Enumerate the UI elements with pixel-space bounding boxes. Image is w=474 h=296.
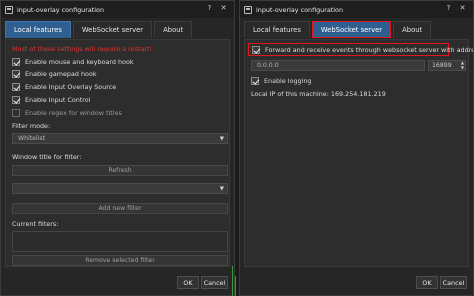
- checkbox-label: Enable gamepad hook: [25, 70, 97, 78]
- titlebar: input-overlay configuration ? ✕: [240, 1, 473, 18]
- tab-content-websocket: Forward and receive events through webso…: [244, 39, 473, 267]
- checkbox-label: Enable mouse and keyboard hook: [25, 58, 134, 66]
- refresh-button[interactable]: Refresh: [12, 165, 228, 176]
- app-icon: [244, 5, 252, 14]
- websocket-address-input[interactable]: 0.0.0.0: [251, 60, 425, 71]
- window-title: input-overlay configuration: [17, 5, 105, 14]
- tab-bar: Local features WebSocket server About: [244, 21, 433, 39]
- checkbox-row-regex[interactable]: Enable regex for window titles: [12, 109, 122, 117]
- checkbox-row-logging[interactable]: Enable logging: [251, 77, 311, 85]
- tab-content-local: Most of these settings will require a re…: [5, 39, 230, 267]
- help-button[interactable]: ?: [444, 4, 453, 13]
- remove-filter-button[interactable]: Remove selected filter: [12, 255, 228, 266]
- tab-local-features[interactable]: Local features: [244, 21, 310, 38]
- local-ip-text: Local IP of this machine: 169.254.181.21…: [251, 90, 386, 98]
- ok-button[interactable]: OK: [177, 276, 199, 289]
- restart-warning: Most of these settings will require a re…: [12, 45, 152, 53]
- help-button[interactable]: ?: [205, 4, 214, 13]
- add-filter-button[interactable]: Add new filter: [12, 203, 228, 214]
- tab-bar: Local features WebSocket server About: [5, 21, 194, 39]
- spin-arrows-icon[interactable]: ▲ ▼: [461, 60, 464, 70]
- checkbox-label: Enable regex for window titles: [25, 109, 122, 117]
- current-filters-label-row: Current filters:: [12, 220, 58, 228]
- checkbox-label: Enable Input Control: [25, 96, 91, 104]
- checkbox-row-forward-events[interactable]: Forward and receive events through webso…: [252, 46, 474, 54]
- window-title-label-row: Window title for filter:: [12, 153, 81, 161]
- app-icon: [5, 5, 13, 14]
- tab-local-features[interactable]: Local features: [5, 21, 71, 38]
- checkbox-input-control[interactable]: [12, 96, 20, 104]
- current-filters-list[interactable]: [12, 231, 228, 252]
- checkbox-label: Enable Input Overlay Source: [25, 83, 117, 91]
- filter-mode-label-row: Filter mode:: [12, 122, 50, 130]
- close-button[interactable]: ✕: [219, 4, 228, 13]
- ok-button[interactable]: OK: [416, 276, 438, 289]
- tab-websocket-server[interactable]: WebSocket server: [311, 21, 392, 38]
- checkbox-row-mouse-keyboard[interactable]: Enable mouse and keyboard hook: [12, 58, 134, 66]
- chevron-down-icon: ▼: [219, 186, 224, 192]
- titlebar: input-overlay configuration ? ✕: [1, 1, 234, 18]
- checkbox-mouse-keyboard-hook[interactable]: [12, 58, 20, 66]
- port-value: 16899: [432, 62, 452, 69]
- window-title-filter-label: Window title for filter:: [12, 153, 82, 161]
- filter-mode-label: Filter mode:: [12, 122, 51, 130]
- checkbox-forward-events[interactable]: [252, 46, 260, 54]
- tab-about[interactable]: About: [393, 21, 432, 38]
- checkbox-label: Forward and receive events through webso…: [265, 46, 474, 54]
- checkbox-row-overlay-source[interactable]: Enable Input Overlay Source: [12, 83, 116, 91]
- config-dialog-websocket: input-overlay configuration ? ✕ Local fe…: [239, 0, 474, 296]
- filter-mode-value: Whitelist: [18, 135, 46, 142]
- window-title-dropdown[interactable]: ▼: [12, 183, 228, 194]
- cancel-button[interactable]: Cancel: [440, 276, 467, 289]
- checkbox-enable-logging[interactable]: [251, 77, 259, 85]
- window-title: input-overlay configuration: [256, 5, 344, 14]
- checkbox-input-overlay-source[interactable]: [12, 83, 20, 91]
- checkbox-gamepad-hook[interactable]: [12, 70, 20, 78]
- tab-about[interactable]: About: [154, 21, 193, 38]
- checkbox-regex-window-titles[interactable]: [12, 109, 20, 117]
- filter-mode-dropdown[interactable]: Whitelist ▼: [12, 133, 228, 144]
- chevron-down-icon: ▼: [219, 136, 224, 142]
- websocket-port-spinbox[interactable]: 16899 ▲ ▼: [428, 60, 466, 71]
- checkbox-row-input-control[interactable]: Enable Input Control: [12, 96, 90, 104]
- checkbox-row-gamepad[interactable]: Enable gamepad hook: [12, 70, 97, 78]
- local-ip-row: Local IP of this machine: 169.254.181.21…: [251, 90, 386, 98]
- cancel-button[interactable]: Cancel: [201, 276, 228, 289]
- close-button[interactable]: ✕: [458, 4, 467, 13]
- tab-websocket-server[interactable]: WebSocket server: [72, 21, 153, 38]
- checkbox-label: Enable logging: [264, 77, 312, 85]
- config-dialog-local: input-overlay configuration ? ✕ Local fe…: [0, 0, 235, 296]
- current-filters-label: Current filters:: [12, 220, 59, 228]
